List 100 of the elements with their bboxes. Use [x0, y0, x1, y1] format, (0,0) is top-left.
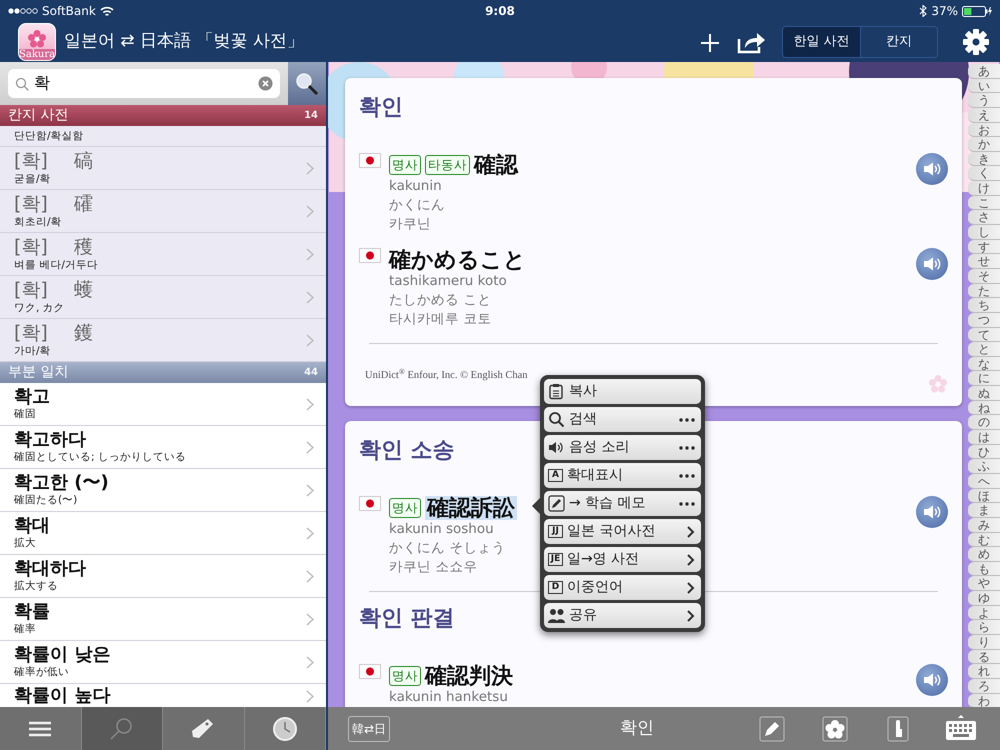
index-letter[interactable]: に — [968, 371, 1000, 386]
result-row[interactable]: 확고하다 確固としている; しっかりしている — [0, 426, 326, 469]
speaker-button[interactable] — [916, 248, 948, 280]
index-letter[interactable]: ひ — [968, 444, 1000, 460]
index-letter[interactable]: も — [968, 562, 1000, 576]
speaker-button[interactable] — [916, 664, 948, 696]
kanji-reading: [확] — [14, 192, 48, 215]
menu-item[interactable]: JE 일→영 사전 — [544, 547, 701, 572]
more-icon — [679, 446, 695, 450]
index-letter[interactable]: せ — [968, 254, 1000, 269]
index-letter[interactable]: う — [968, 93, 1000, 108]
index-letter[interactable]: み — [968, 518, 1000, 532]
index-letter[interactable]: ふ — [968, 459, 1000, 474]
menu-item[interactable]: 검색 — [544, 407, 701, 432]
index-letter[interactable]: ほ — [968, 488, 1000, 504]
index-letter[interactable]: り — [968, 634, 1000, 650]
index-letter[interactable]: へ — [968, 474, 1000, 489]
segment-tab[interactable]: 한일 사전 — [783, 27, 860, 57]
more-icon — [679, 502, 695, 506]
index-letter[interactable]: お — [968, 122, 1000, 138]
index-letter[interactable]: む — [968, 532, 1000, 548]
index-letter[interactable]: ま — [968, 503, 1000, 518]
menu-item[interactable]: D 이중언어 — [544, 575, 701, 600]
result-row[interactable]: 확고한 (〜) 確固たる(〜) — [0, 469, 326, 512]
speaker-icon — [923, 162, 941, 176]
index-letter[interactable]: や — [968, 576, 1000, 592]
settings-button[interactable] — [962, 28, 990, 56]
result-row[interactable]: [확] 蠖 ワク, カク — [0, 276, 326, 319]
index-letter[interactable]: か — [968, 137, 1000, 152]
index-letter[interactable]: こ — [968, 196, 1000, 210]
index-letter[interactable]: し — [968, 225, 1000, 240]
language-toggle-button[interactable]: 韓⇄日 — [348, 716, 390, 742]
index-letter[interactable]: そ — [968, 268, 1000, 284]
index-letter[interactable]: ろ — [968, 678, 1000, 694]
index-letter[interactable]: わ — [968, 694, 1000, 707]
more-icon — [679, 418, 695, 422]
index-letter[interactable]: め — [968, 547, 1000, 562]
meaning-text: 確率が低い — [14, 666, 70, 679]
index-letter[interactable]: よ — [968, 606, 1000, 620]
app-icon[interactable]: Sakura — [18, 23, 56, 61]
chevron-icon — [306, 248, 314, 260]
segment-tab[interactable]: 칸지 — [860, 27, 937, 57]
index-letter[interactable]: ゆ — [968, 591, 1000, 606]
index-letter[interactable]: た — [968, 284, 1000, 298]
kanji-character: 碻 — [74, 150, 93, 172]
result-row[interactable]: [확] 碻 굳을/확 — [0, 147, 326, 190]
result-row[interactable]: [확] 鑊 가마/확 — [0, 319, 326, 362]
menu-item[interactable]: JJ 일본 국어사전 — [544, 519, 701, 544]
result-row[interactable]: 단단함/확실함 — [0, 126, 326, 147]
meaning-text: 確率 — [14, 623, 37, 636]
index-letter[interactable]: く — [968, 166, 1000, 182]
index-letter[interactable]: い — [968, 78, 1000, 94]
index-letter[interactable]: る — [968, 650, 1000, 664]
index-letter[interactable]: と — [968, 342, 1000, 357]
japan-flag-icon — [359, 664, 381, 679]
menu-item[interactable]: 음성 소리 — [544, 435, 701, 460]
japanese-headword[interactable]: 確認訴訟 — [425, 496, 517, 520]
copyright-text: UniDict$^{®}$ Enfour, Inc. © English Chan — [364, 368, 528, 383]
index-letter[interactable]: ち — [968, 298, 1000, 313]
speaker-button[interactable] — [916, 153, 948, 185]
index-letter[interactable]: さ — [968, 210, 1000, 226]
result-row[interactable]: 확률 確率 — [0, 598, 326, 641]
index-letter[interactable]: は — [968, 430, 1000, 445]
result-row[interactable]: [확] 穫 벼를 베다/거두다 — [0, 233, 326, 276]
result-row[interactable]: 확률이 낮은 確率が低い — [0, 641, 326, 684]
index-letter[interactable]: き — [968, 152, 1000, 166]
result-row[interactable]: 확고 確固 — [0, 383, 326, 426]
index-letter[interactable]: て — [968, 328, 1000, 342]
part-of-speech-tag: 타동사 — [425, 155, 470, 175]
result-row[interactable]: [확] 礭 회초리/확 — [0, 190, 326, 233]
search-field[interactable]: 확 — [8, 69, 280, 98]
result-row[interactable]: 확대하다 拡大する — [0, 555, 326, 598]
index-letter[interactable]: す — [968, 240, 1000, 254]
japanese-headword[interactable]: 確認 — [474, 153, 518, 177]
search-button[interactable] — [288, 62, 326, 105]
index-letter[interactable]: な — [968, 356, 1000, 372]
index-letter[interactable]: え — [968, 108, 1000, 123]
menu-item[interactable]: → 학습 메모 — [544, 491, 701, 516]
menu-item[interactable]: A 확대표시 — [544, 463, 701, 488]
menu-item[interactable]: 복사 — [544, 379, 701, 404]
search-icon — [548, 411, 565, 428]
index-letter[interactable]: あ — [968, 64, 1000, 79]
index-letter[interactable]: け — [968, 181, 1000, 196]
clear-button[interactable] — [258, 76, 273, 91]
speaker-button[interactable] — [916, 496, 948, 528]
kanji-reading: [확] — [14, 322, 48, 344]
index-letter[interactable]: ね — [968, 400, 1000, 416]
entry-title: 확인 소송 — [359, 436, 455, 465]
index-letter[interactable]: れ — [968, 664, 1000, 679]
menu-item[interactable]: 공유 — [544, 603, 701, 628]
index-letter[interactable]: ら — [968, 620, 1000, 635]
entry-title: 확인 판결 — [359, 604, 455, 633]
section-title: 칸지 사전 — [8, 106, 68, 125]
japanese-headword[interactable]: 確認判決 — [425, 664, 513, 688]
index-letter[interactable]: つ — [968, 312, 1000, 328]
result-row[interactable]: 확대 拡大 — [0, 512, 326, 555]
index-letter[interactable]: の — [968, 415, 1000, 430]
index-letter[interactable]: ぬ — [968, 386, 1000, 401]
japanese-headword[interactable]: 確かめること — [389, 248, 526, 272]
reading-text: 카쿠닌 — [389, 215, 432, 234]
